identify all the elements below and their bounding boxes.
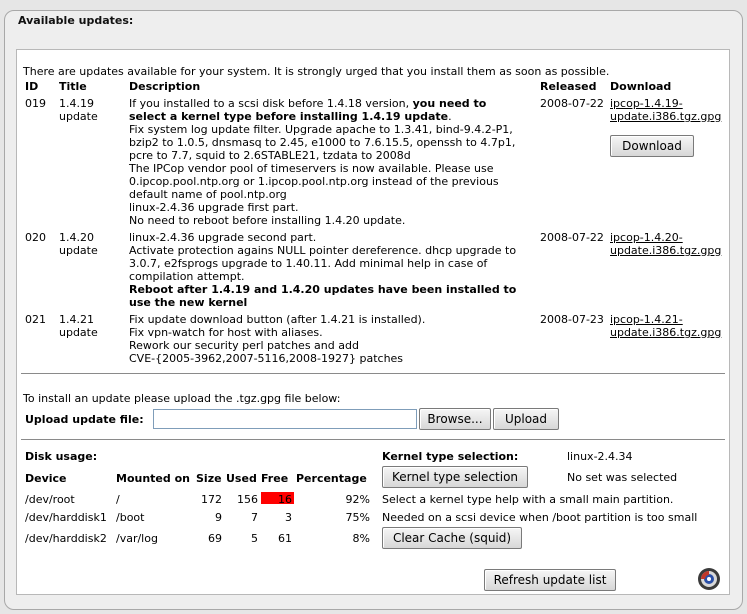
disk-size: 9	[215, 511, 222, 524]
update-title: 1.4.19 update	[59, 97, 98, 123]
col-description: Description	[129, 80, 201, 93]
update-description: If you installed to a scsi disk before 1…	[129, 97, 516, 227]
browse-button[interactable]: Browse...	[419, 408, 491, 430]
disk-free: 16	[278, 493, 292, 506]
disk-device: /dev/root	[25, 493, 75, 506]
update-description: Fix update download button (after 1.4.21…	[129, 313, 426, 365]
disk-used: 156	[237, 493, 258, 506]
update-id: 019	[25, 97, 46, 110]
ipcop-logo-icon	[698, 568, 720, 590]
disk-percentage: 75%	[345, 511, 370, 524]
kernel-type-selection-button[interactable]: Kernel type selection	[382, 466, 528, 488]
disk-col-device: Device	[25, 472, 67, 485]
disk-col-used: Used	[226, 472, 257, 485]
col-download: Download	[610, 80, 672, 93]
refresh-update-list-button[interactable]: Refresh update list	[484, 569, 616, 591]
kernel-status: No set was selected	[567, 471, 678, 484]
disk-free: 61	[278, 532, 292, 545]
disk-free: 3	[285, 511, 292, 524]
intro-text: There are updates available for your sys…	[23, 65, 610, 78]
disk-col-free: Free	[261, 472, 289, 485]
kernel-title: Kernel type selection:	[382, 450, 519, 463]
col-title: Title	[59, 80, 87, 93]
separator	[21, 373, 725, 374]
disk-percentage: 8%	[352, 532, 370, 545]
download-link[interactable]: ipcop-1.4.19- update.i386.tgz.gpg	[610, 97, 721, 123]
col-id: ID	[25, 80, 39, 93]
clear-cache-button[interactable]: Clear Cache (squid)	[382, 527, 522, 549]
update-released: 2008-07-23	[540, 313, 604, 326]
separator	[21, 439, 725, 440]
panel-title: Available updates:	[18, 14, 134, 27]
upload-button[interactable]: Upload	[493, 408, 559, 430]
update-title: 1.4.20 update	[59, 231, 98, 257]
update-title: 1.4.21 update	[59, 313, 98, 339]
disk-col-size: Size	[196, 472, 222, 485]
disk-size: 69	[208, 532, 222, 545]
disk-percentage: 92%	[345, 493, 370, 506]
update-released: 2008-07-22	[540, 97, 604, 110]
col-released: Released	[540, 80, 597, 93]
disk-used: 7	[251, 511, 258, 524]
kernel-value: linux-2.4.34	[567, 450, 633, 463]
update-id: 020	[25, 231, 46, 244]
kernel-help-small-partition: Select a kernel type help with a small m…	[382, 493, 674, 506]
disk-device: /dev/harddisk1	[25, 511, 107, 524]
disk-device: /dev/harddisk2	[25, 532, 107, 545]
upload-instruction: To install an update please upload the .…	[23, 392, 341, 405]
upload-label: Upload update file:	[25, 413, 144, 426]
update-released: 2008-07-22	[540, 231, 604, 244]
download-link[interactable]: ipcop-1.4.21- update.i386.tgz.gpg	[610, 313, 721, 339]
disk-mounted: /boot	[116, 511, 145, 524]
updates-content: There are updates available for your sys…	[16, 49, 730, 595]
update-id: 021	[25, 313, 46, 326]
update-description: linux-2.4.36 upgrade second part. Activa…	[129, 231, 517, 309]
disk-usage-title: Disk usage:	[25, 450, 98, 463]
disk-mounted: /var/log	[116, 532, 158, 545]
disk-size: 172	[201, 493, 222, 506]
disk-col-percentage: Percentage	[296, 472, 367, 485]
disk-used: 5	[251, 532, 258, 545]
disk-mounted: /	[116, 493, 120, 506]
download-button[interactable]: Download	[610, 135, 694, 157]
upload-file-input[interactable]	[153, 409, 417, 429]
kernel-help-scsi: Needed on a scsi device when /boot parti…	[382, 511, 698, 524]
download-link[interactable]: ipcop-1.4.20- update.i386.tgz.gpg	[610, 231, 721, 257]
disk-col-mounted: Mounted on	[116, 472, 190, 485]
